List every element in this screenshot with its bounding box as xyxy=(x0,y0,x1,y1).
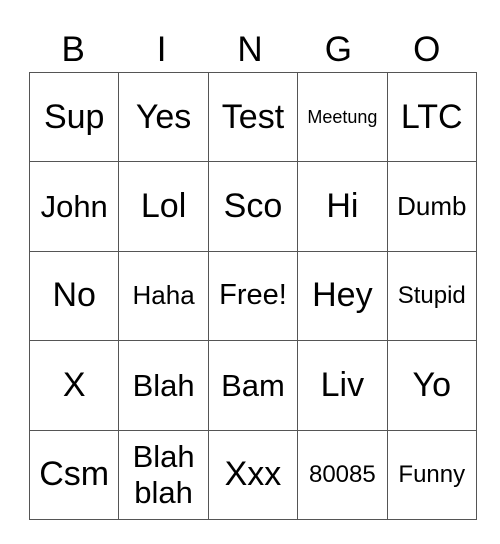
header-letter-n: N xyxy=(237,30,263,69)
bingo-cell: Sup xyxy=(28,71,120,163)
bingo-cell: Test xyxy=(207,71,299,163)
grid-row: Sup Yes Test Meetung LTC xyxy=(28,71,477,163)
bingo-cell: X xyxy=(28,340,120,431)
header-letter-g: G xyxy=(324,30,352,69)
bingo-cell: Meetung xyxy=(297,71,388,163)
bingo-cell: Funny xyxy=(386,429,477,520)
bingo-cell: Sco xyxy=(207,161,299,252)
bingo-cell: John xyxy=(28,161,120,252)
header-letter-o: O xyxy=(413,30,441,69)
bingo-grid: Sup Yes Test Meetung LTC John Lol Sco Hi… xyxy=(28,71,477,520)
bingo-cell: Csm xyxy=(28,429,120,520)
grid-row: No Haha Free! Hey Stupid xyxy=(28,250,477,342)
bingo-cell: Stupid xyxy=(386,250,477,342)
bingo-cell: Lol xyxy=(118,161,209,252)
grid-row: John Lol Sco Hi Dumb xyxy=(28,161,477,252)
header-letter-b: B xyxy=(61,30,85,69)
bingo-cell: Liv xyxy=(297,340,388,431)
bingo-cell: Xxx xyxy=(207,429,299,520)
bingo-cell: Hi xyxy=(297,161,388,252)
bingo-cell: Dumb xyxy=(386,161,477,252)
grid-row: Csm Blah blah Xxx 80085 Funny xyxy=(28,429,477,520)
bingo-cell: LTC xyxy=(386,71,477,163)
grid-row: X Blah Bam Liv Yo xyxy=(28,340,477,431)
header-letter-i: I xyxy=(156,30,167,69)
bingo-cell: Blah xyxy=(118,340,209,431)
bingo-cell: Yo xyxy=(386,340,477,431)
bingo-cell: Yes xyxy=(118,71,209,163)
free-space-cell: Free! xyxy=(207,250,299,342)
bingo-cell: Hey xyxy=(297,250,388,342)
bingo-header: B I N G O xyxy=(29,28,471,72)
bingo-cell: No xyxy=(28,250,120,342)
bingo-cell: Blah blah xyxy=(118,429,209,520)
bingo-cell: Bam xyxy=(207,340,299,431)
bingo-cell: Haha xyxy=(118,250,209,342)
bingo-cell: 80085 xyxy=(297,429,388,520)
